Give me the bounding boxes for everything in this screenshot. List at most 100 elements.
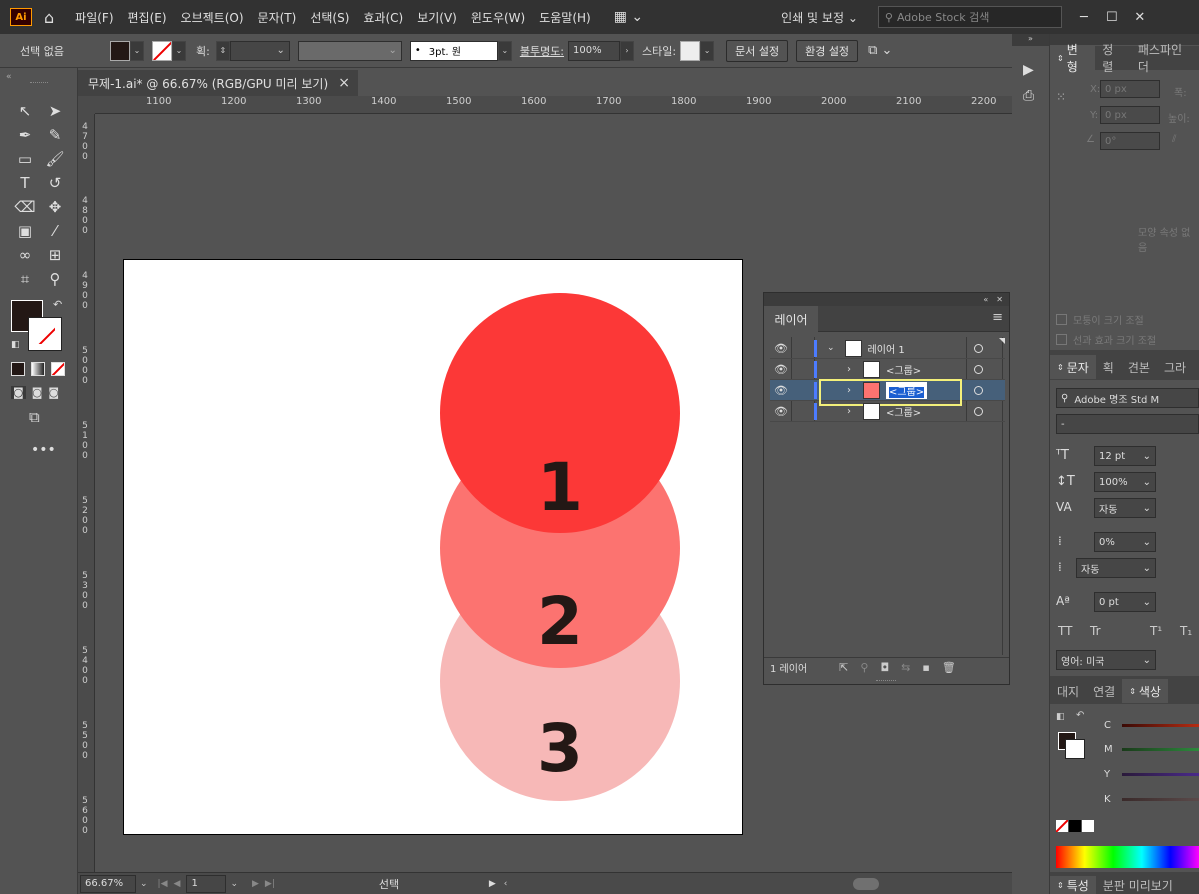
new-layer-icon[interactable]: ▪ [922, 661, 929, 674]
export-icon[interactable]: ⇱ [839, 661, 848, 674]
vertical-ruler[interactable]: 4700 4800 4900 5000 5100 5200 5300 5400 … [78, 114, 95, 872]
font-family-input[interactable]: ⚲ Adobe 명조 Std M [1056, 388, 1199, 408]
layer-row[interactable]: 👁 ⌄ 레이어 1 [770, 338, 1005, 359]
blend-tool-icon[interactable]: ∞ [12, 244, 38, 266]
minimize-button[interactable]: ─ [1070, 10, 1098, 25]
style-dropdown[interactable]: ⌄ [700, 40, 715, 61]
circle-group-1[interactable]: 1 [440, 293, 680, 533]
channel-slider-m[interactable] [1122, 748, 1199, 751]
group-name[interactable]: <그룹> [886, 404, 921, 419]
artboard[interactable]: 3 2 1 [123, 259, 743, 835]
small-caps-icon[interactable]: Tr [1090, 624, 1101, 638]
panel-resize-grip[interactable] [876, 680, 896, 683]
close-window-button[interactable]: ✕ [1126, 10, 1154, 25]
preferences-button[interactable]: 환경 설정 [796, 39, 859, 62]
stroke-swatch[interactable] [152, 40, 172, 61]
group-name[interactable]: <그룹> [886, 362, 921, 377]
menu-effect[interactable]: 효과(C) [356, 9, 410, 26]
sublayer-row[interactable]: 👁 › <그룹> [770, 401, 1005, 422]
brush-definition[interactable]: • 3pt. 원 [409, 40, 498, 61]
document-setup-button[interactable]: 문서 설정 [726, 39, 789, 62]
kerning-input[interactable]: 자동 ⌄ [1094, 498, 1156, 518]
scale-strokes-checkbox[interactable] [1056, 334, 1067, 345]
locate-object-icon[interactable]: ⚲ [860, 661, 868, 674]
target-circle-icon[interactable] [974, 343, 983, 353]
selection-tool-icon[interactable]: ↖ [12, 100, 38, 122]
variable-width-profile[interactable]: ⌄ [297, 40, 402, 61]
edit-toolbar-icon[interactable]: ••• [31, 442, 56, 458]
rotate-tool-icon[interactable]: ↺ [42, 172, 68, 194]
opacity-arrow[interactable]: › [620, 40, 635, 61]
paintbrush-tool-icon[interactable]: 🖌 [42, 148, 68, 170]
channel-slider-c[interactable] [1122, 724, 1199, 727]
target-circle-icon[interactable] [974, 364, 983, 374]
artboard-dropdown-icon[interactable]: ⌄ [230, 879, 238, 889]
tab-gradient[interactable]: 그라 [1157, 355, 1193, 379]
expand-dock-icon[interactable]: » [1012, 34, 1049, 46]
asset-export-icon[interactable]: ⎙ [1023, 88, 1034, 104]
arrange-icon[interactable]: ⧉ ⌄ [868, 43, 892, 58]
draw-normal-icon[interactable]: ◙ [11, 386, 26, 399]
draw-inside-icon[interactable]: ◙ [48, 386, 59, 399]
stroke-weight-input[interactable]: ⌄ [229, 40, 290, 61]
type-tool-icon[interactable]: T [12, 172, 38, 194]
direct-selection-tool-icon[interactable]: ➤ [42, 100, 68, 122]
visibility-eye-icon[interactable]: 👁 [770, 384, 792, 397]
all-caps-icon[interactable]: TT [1058, 624, 1072, 638]
first-artboard-icon[interactable]: |◀ [158, 879, 168, 889]
baseline-shift-input[interactable]: 0 pt ⌄ [1094, 592, 1156, 612]
sublayer-row[interactable]: 👁 › <그룹> [770, 359, 1005, 380]
horizontal-ruler[interactable]: 1100 1200 1300 1400 1500 1600 1700 1800 … [95, 96, 1012, 114]
tab-layers[interactable]: 레이어 [764, 306, 818, 332]
color-spectrum[interactable] [1056, 846, 1199, 868]
zoom-tool-icon[interactable]: ⚲ [42, 268, 68, 290]
tsume-input[interactable]: 0% ⌄ [1094, 532, 1156, 552]
expand-chevron-icon[interactable]: ⌄ [827, 343, 835, 353]
menu-select[interactable]: 선택(S) [303, 9, 356, 26]
subscript-icon[interactable]: T₁ [1180, 624, 1192, 638]
menu-type[interactable]: 문자(T) [251, 9, 304, 26]
font-style-input[interactable]: - [1056, 414, 1199, 434]
symbol-sprayer-tool-icon[interactable]: ⊞ [42, 244, 68, 266]
tab-align[interactable]: 정렬 [1095, 43, 1131, 74]
artboard-tool-icon[interactable]: ⌗ [12, 268, 38, 290]
last-artboard-icon[interactable]: ▶| [265, 879, 275, 889]
collapse-panel-icon[interactable]: « [983, 295, 988, 304]
tab-swatches[interactable]: 견본 [1121, 355, 1157, 379]
artboard-number-input[interactable]: 1 [186, 874, 227, 893]
menu-object[interactable]: 오브젝트(O) [174, 9, 251, 26]
stroke-dropdown[interactable]: ⌄ [172, 40, 186, 61]
status-menu-arrow-icon[interactable]: ▶ [489, 879, 496, 889]
gradient-mode-icon[interactable] [31, 362, 45, 376]
angle-input[interactable]: 0° [1100, 132, 1160, 150]
make-clipping-mask-icon[interactable]: ◘ [880, 661, 889, 674]
tab-separations-preview[interactable]: 분판 미리보기 [1096, 876, 1180, 894]
brush-dropdown[interactable]: ⌄ [497, 40, 512, 61]
color-stroke-box[interactable] [1065, 739, 1085, 759]
expand-chevron-icon[interactable]: › [847, 406, 851, 417]
visibility-eye-icon[interactable]: 👁 [770, 363, 792, 376]
draw-behind-icon[interactable]: ◙ [32, 386, 43, 399]
white-color-chip[interactable] [1082, 820, 1094, 832]
default-fill-stroke-icon[interactable]: ◧ [11, 340, 20, 350]
home-icon[interactable]: ⌂ [44, 8, 54, 27]
ruler-origin[interactable] [78, 96, 95, 114]
layer-name[interactable]: 레이어 1 [868, 341, 905, 356]
tab-properties[interactable]: ⇕ 특성 [1050, 876, 1096, 894]
color-default-icon[interactable]: ◧ [1056, 712, 1065, 722]
workspace-switcher[interactable]: 인쇄 및 보정 ⌄ [781, 9, 858, 26]
menu-file[interactable]: 파일(F) [68, 9, 120, 26]
next-artboard-icon[interactable]: ▶ [252, 879, 259, 889]
language-select[interactable]: 영어: 미국 ⌄ [1056, 650, 1156, 670]
none-color-chip[interactable] [1056, 820, 1068, 832]
panel-menu-icon[interactable]: ≡ [992, 310, 1003, 325]
menu-help[interactable]: 도움말(H) [532, 9, 598, 26]
fill-swatch[interactable] [110, 40, 130, 61]
superscript-icon[interactable]: T¹ [1150, 624, 1162, 638]
leading-input[interactable]: 100% ⌄ [1094, 472, 1156, 492]
tab-artboards[interactable]: 대지 [1050, 679, 1086, 703]
target-circle-icon[interactable] [974, 385, 983, 395]
stroke-weight-stepper[interactable]: ⇕ [215, 40, 230, 61]
pen-tool-icon[interactable]: ✒ [12, 124, 38, 146]
menu-view[interactable]: 보기(V) [410, 9, 464, 26]
